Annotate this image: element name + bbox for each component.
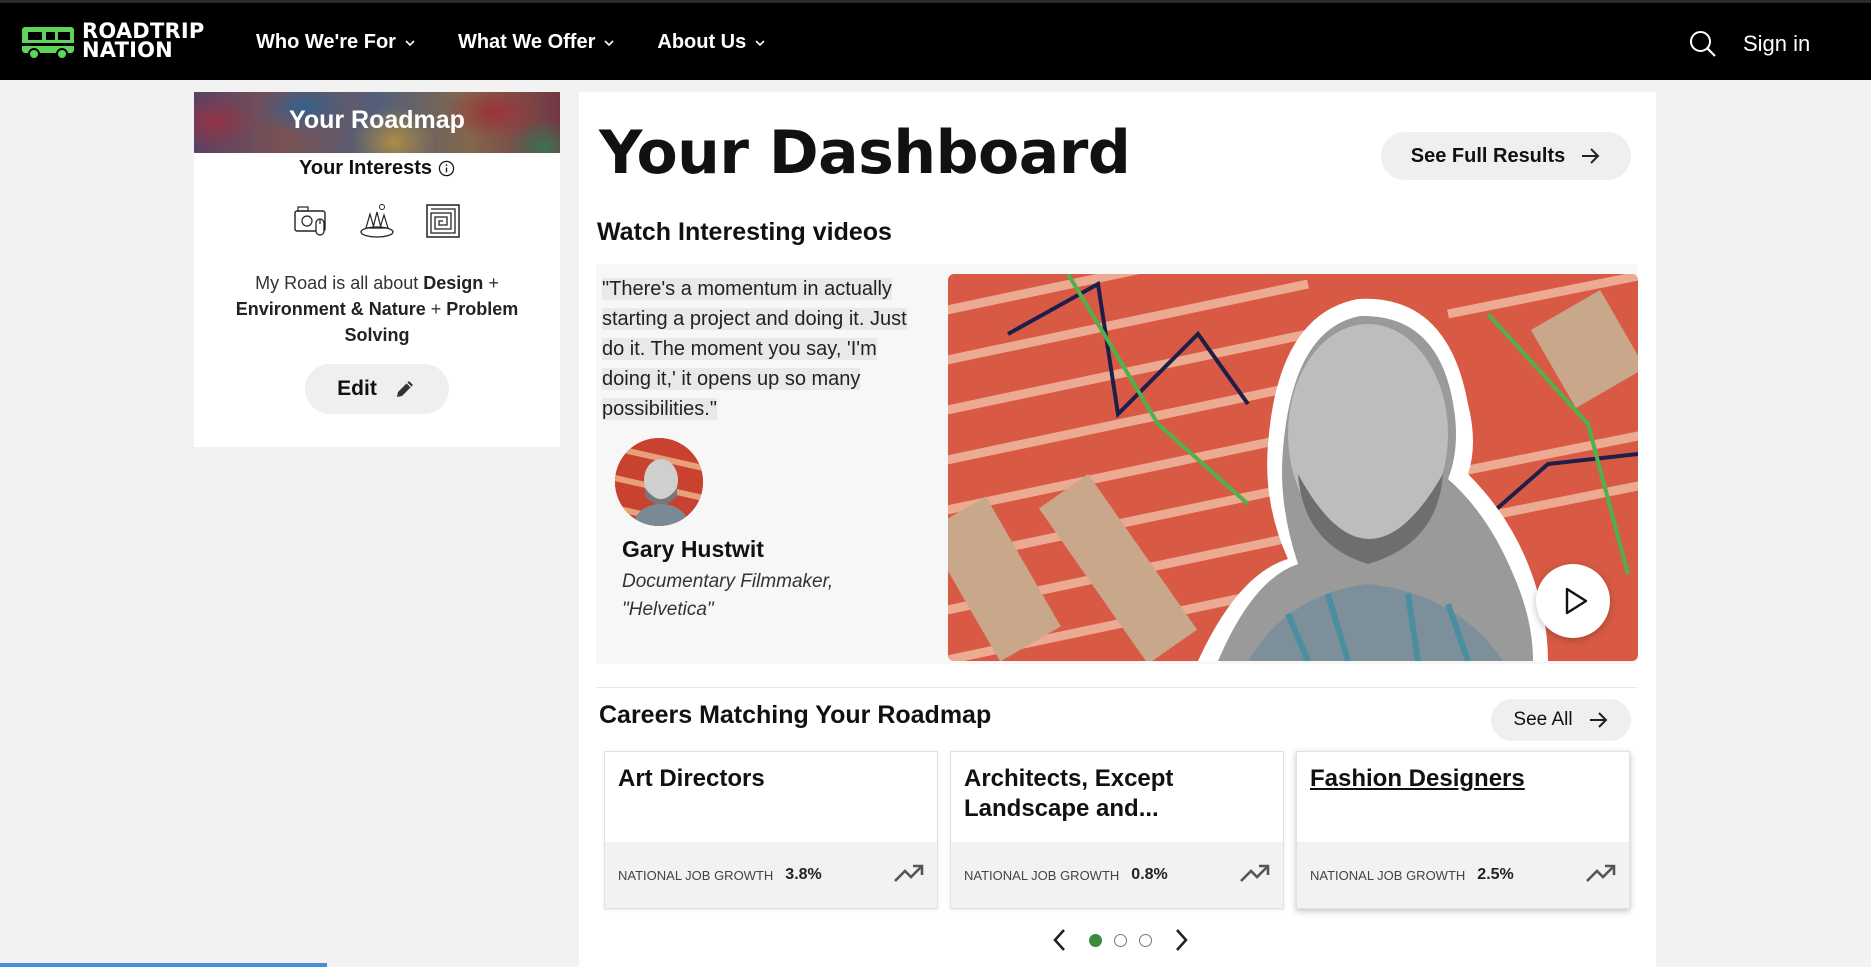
pager-dot-2[interactable] [1114, 933, 1127, 947]
career-title: Architects, Except Landscape and... [964, 765, 1174, 822]
growth-value: 0.8% [1131, 866, 1168, 883]
plus-sign: + [430, 299, 442, 319]
career-growth: NATIONAL JOB GROWTH 0.8% [951, 842, 1283, 908]
chevron-down-icon [405, 39, 415, 46]
main-nav: Who We're For What We Offer About Us [256, 31, 808, 54]
roadtrip-nation-logo[interactable]: ROADTRIP NATION [20, 21, 204, 61]
growth-label: NATIONAL JOB GROWTH [1310, 867, 1466, 883]
see-all-label: See All [1513, 709, 1573, 730]
environment-nature-icon [360, 204, 394, 238]
video-thumbnail[interactable] [948, 274, 1638, 661]
chevron-down-icon [604, 39, 614, 46]
plus-sign: + [488, 273, 499, 293]
info-icon[interactable] [438, 160, 455, 177]
video-still-image [948, 274, 1638, 661]
trending-up-icon [1586, 864, 1616, 882]
arrow-right-icon [1589, 712, 1607, 728]
career-card[interactable]: Art Directors NATIONAL JOB GROWTH 3.8% [604, 751, 938, 909]
edit-label: Edit [337, 377, 377, 400]
pager-dot-3[interactable] [1139, 933, 1152, 947]
pencil-icon [396, 381, 413, 397]
nav-label: Who We're For [256, 31, 396, 53]
interests-heading: Your Interests [194, 157, 560, 180]
video-quote: "There's a momentum in actually starting… [602, 274, 922, 424]
play-icon [1565, 587, 1588, 615]
career-title: Fashion Designers [1310, 765, 1525, 792]
speaker-name: Gary Hustwit [622, 536, 764, 562]
growth-label: NATIONAL JOB GROWTH [964, 867, 1120, 883]
road-summary: My Road is all about Design + Environmen… [218, 270, 536, 348]
trending-up-icon [894, 864, 924, 882]
nav-label: About Us [657, 31, 747, 53]
chevron-down-icon [755, 39, 765, 46]
roadmap-title: Your Roadmap [289, 106, 465, 134]
play-video-button[interactable] [1536, 564, 1610, 638]
career-card[interactable]: Architects, Except Landscape and... NATI… [950, 751, 1284, 909]
chevron-left-icon[interactable] [1049, 927, 1071, 953]
roadmap-banner: Your Roadmap [194, 92, 560, 153]
chevron-right-icon[interactable] [1170, 927, 1192, 953]
pager-dot-1[interactable] [1089, 933, 1102, 947]
nav-label: What We Offer [457, 31, 596, 53]
career-growth: NATIONAL JOB GROWTH 2.5% [1297, 842, 1629, 908]
see-full-results-label: See Full Results [1410, 144, 1566, 167]
sign-in-link[interactable]: Sign in [1743, 31, 1810, 57]
nav-what-we-offer[interactable]: What We Offer [458, 31, 615, 54]
search-icon[interactable] [1688, 29, 1718, 59]
nav-about-us[interactable]: About Us [657, 31, 766, 54]
speaker-role: Documentary Filmmaker, "Helvetica" [622, 571, 834, 620]
top-navigation-bar: ROADTRIP NATION Who We're For What We Of… [0, 0, 1871, 80]
edit-roadmap-button[interactable]: Edit [305, 364, 449, 414]
nav-who-were-for[interactable]: Who We're For [256, 31, 416, 54]
growth-value: 3.8% [785, 866, 822, 883]
road-prefix: My Road is all about [255, 273, 419, 293]
dashboard-panel: Your Dashboard See Full Results Watch In… [579, 92, 1656, 967]
growth-label: NATIONAL JOB GROWTH [618, 867, 774, 883]
page-load-progress-bar [0, 963, 327, 967]
interest-design: Design [423, 273, 484, 293]
roadmap-card: Your Roadmap Your Interests My Road is a… [194, 92, 560, 447]
logo-text: ROADTRIP NATION [82, 21, 204, 62]
see-all-careers-button[interactable]: See All [1491, 699, 1631, 741]
career-growth: NATIONAL JOB GROWTH 3.8% [605, 842, 937, 908]
page-title: Your Dashboard [599, 118, 1131, 188]
career-title: Art Directors [618, 765, 765, 792]
section-divider [596, 687, 1637, 688]
trending-up-icon [1240, 864, 1270, 882]
video-quote-text: "There's a momentum in actually starting… [602, 278, 907, 420]
arrow-right-icon [1582, 148, 1600, 164]
interests-heading-text: Your Interests [299, 157, 432, 179]
rv-logo-icon [22, 27, 74, 60]
growth-value: 2.5% [1477, 866, 1514, 883]
avatar [615, 438, 703, 526]
career-pager [1049, 927, 1192, 953]
careers-heading: Careers Matching Your Roadmap [599, 701, 992, 729]
interest-icons [194, 202, 560, 240]
logo-line-2: NATION [82, 38, 173, 62]
career-cards: Art Directors NATIONAL JOB GROWTH 3.8% A… [604, 751, 1642, 909]
featured-video: "There's a momentum in actually starting… [596, 264, 1638, 664]
problem-solving-icon [426, 204, 460, 238]
career-card[interactable]: Fashion Designers NATIONAL JOB GROWTH 2.… [1296, 751, 1630, 909]
speaker-portrait [615, 438, 703, 526]
see-full-results-button[interactable]: See Full Results [1381, 132, 1631, 180]
interest-environment-nature: Environment & Nature [235, 299, 426, 319]
videos-heading: Watch Interesting videos [597, 218, 892, 246]
design-icon [294, 206, 326, 236]
